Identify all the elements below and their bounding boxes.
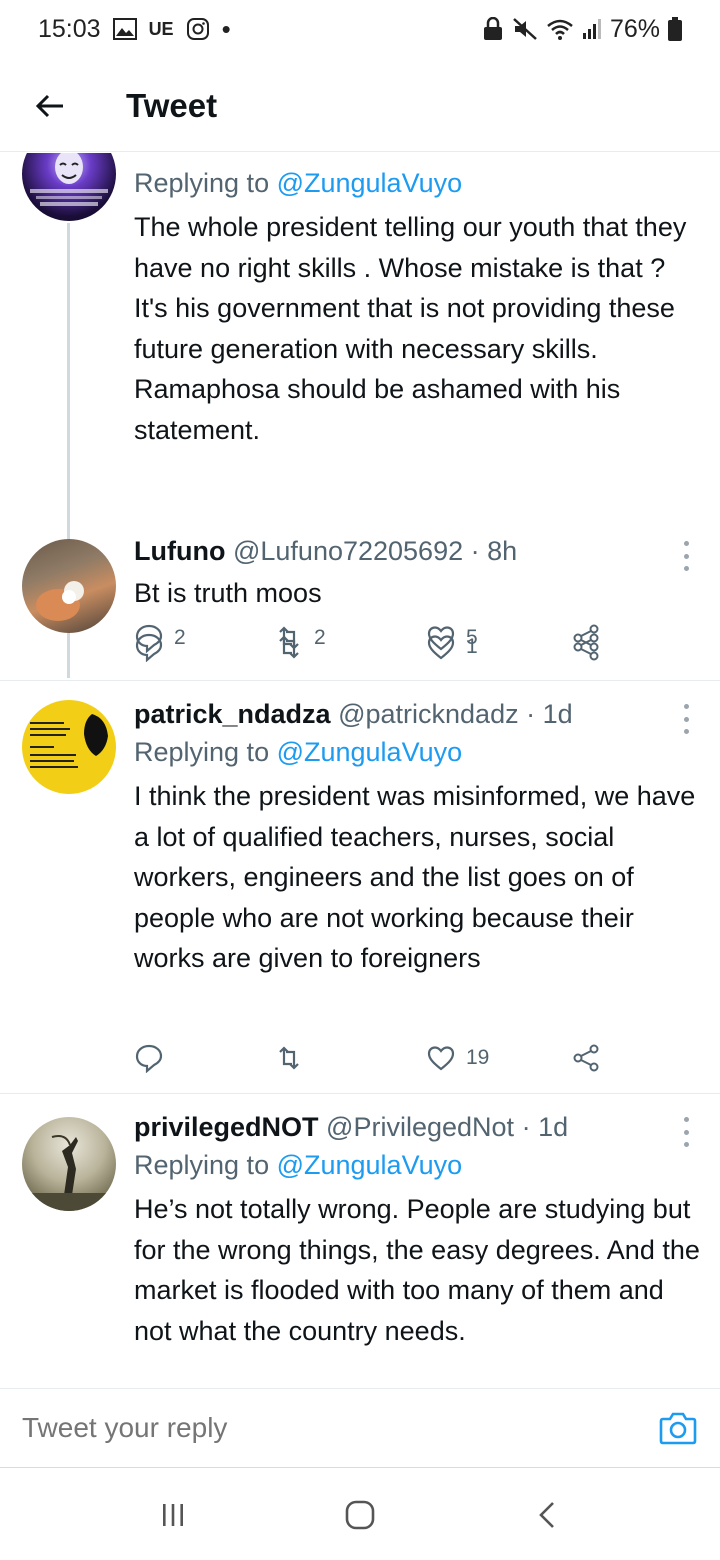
wifi-icon — [546, 18, 574, 40]
tweet-time[interactable]: 1d — [538, 1112, 568, 1142]
replying-to: Replying to @ZungulaVuyo — [134, 1145, 700, 1185]
recents-icon — [163, 1504, 184, 1526]
reply-composer — [0, 1388, 720, 1468]
mute-icon — [512, 17, 538, 41]
notification-dot-icon: • — [221, 14, 231, 44]
avatar[interactable] — [22, 539, 116, 633]
replying-to-prefix: Replying to — [134, 168, 277, 198]
lock-icon — [482, 17, 504, 41]
camera-button[interactable] — [658, 1408, 698, 1448]
avatar[interactable] — [22, 700, 116, 794]
app-header: Tweet — [0, 60, 720, 152]
author-name[interactable]: privilegedNOT — [134, 1112, 319, 1142]
home-icon — [345, 1500, 375, 1530]
system-nav-bar — [0, 1470, 720, 1560]
replying-to: Replying to @ZungulaVuyo — [134, 163, 700, 203]
meta-separator: · — [521, 1112, 531, 1142]
retweet-button[interactable] — [274, 629, 314, 665]
like-count: 19 — [466, 1046, 490, 1069]
heart-icon — [427, 1046, 455, 1071]
tweet-actions: 19 — [134, 1040, 604, 1076]
share-icon — [573, 633, 599, 661]
retweet-button[interactable] — [274, 1040, 314, 1076]
signal-icon — [582, 18, 602, 40]
meta-separator: · — [470, 536, 480, 566]
more-options-button[interactable] — [678, 541, 694, 571]
chevron-left-icon — [538, 1502, 554, 1528]
author-handle[interactable]: @PrivilegedNot — [326, 1112, 514, 1142]
replying-to-mention[interactable]: @ZungulaVuyo — [277, 1150, 463, 1180]
reply-input[interactable] — [22, 1412, 658, 1444]
tweet-meta — [134, 153, 700, 163]
tweet-item[interactable]: patrick_ndadza @patrickndadz · 1d Replyi… — [0, 682, 720, 1094]
tweet-meta: patrick_ndadza @patrickndadz · 1d — [134, 696, 700, 732]
replying-to-mention[interactable]: @ZungulaVuyo — [277, 168, 463, 198]
like-button[interactable]: 19 — [426, 1040, 489, 1076]
share-button[interactable] — [572, 1040, 602, 1076]
reply-button[interactable] — [134, 1040, 174, 1076]
mask-avatar-icon — [30, 153, 108, 206]
meta-separator: · — [526, 699, 536, 729]
tweet-text: He’s not totally wrong. People are study… — [134, 1194, 700, 1346]
replying-to-prefix: Replying to — [134, 1150, 277, 1180]
like-count: 1 — [466, 635, 478, 658]
back-button[interactable] — [0, 60, 100, 152]
author-handle[interactable]: @patrickndadz — [338, 699, 519, 729]
replying-to-prefix: Replying to — [134, 737, 277, 767]
carrier-badge: UE — [148, 18, 174, 39]
retweet-icon — [279, 1046, 299, 1070]
tweet-text: The whole president telling our youth th… — [134, 212, 687, 445]
avatar[interactable] — [22, 1117, 116, 1211]
more-options-button[interactable] — [678, 704, 694, 734]
tweet-time[interactable]: 1d — [543, 699, 573, 729]
camera-icon — [659, 1412, 697, 1445]
battery-icon — [668, 17, 682, 41]
tweet-actions: 1 — [134, 629, 604, 665]
reply-icon — [135, 633, 163, 662]
home-button[interactable] — [330, 1485, 390, 1545]
author-name[interactable]: patrick_ndadza — [134, 699, 331, 729]
tweet-time[interactable]: 8h — [487, 536, 517, 566]
retweet-icon — [279, 635, 299, 659]
heart-icon — [427, 635, 455, 660]
author-name[interactable]: Lufuno — [134, 536, 225, 566]
tweet-meta: Lufuno @Lufuno72205692 · 8h — [134, 533, 700, 569]
replying-to-mention[interactable]: @ZungulaVuyo — [277, 737, 463, 767]
recent-apps-button[interactable] — [143, 1485, 203, 1545]
system-back-button[interactable] — [517, 1485, 577, 1545]
battery-percent: 76% — [609, 14, 660, 43]
tweet-item[interactable]: privilegedNOT @PrivilegedNot · 1d Replyi… — [0, 1095, 720, 1388]
photo-avatar-icon — [36, 581, 84, 621]
reply-button[interactable] — [134, 629, 174, 665]
like-button[interactable]: 1 — [426, 629, 478, 665]
page-title: Tweet — [126, 86, 218, 124]
instagram-icon — [186, 17, 210, 41]
author-handle[interactable]: @Lufuno72205692 — [233, 536, 463, 566]
share-button[interactable] — [572, 629, 602, 665]
quote-avatar-icon — [30, 714, 108, 768]
silhouette-avatar-icon — [22, 1135, 116, 1211]
tweet-item[interactable]: Lufuno @Lufuno72205692 · 8h Bt is truth … — [0, 519, 720, 681]
status-time: 15:03 — [38, 14, 101, 43]
tweet-meta: privilegedNOT @PrivilegedNot · 1d — [134, 1109, 700, 1145]
share-icon — [573, 1044, 599, 1072]
gallery-icon — [112, 18, 137, 40]
more-options-button[interactable] — [678, 1117, 694, 1147]
back-arrow-icon — [35, 94, 63, 117]
tweet-feed[interactable]: Replying to @ZungulaVuyo The whole presi… — [0, 153, 720, 1388]
replying-to: Replying to @ZungulaVuyo — [134, 732, 700, 772]
tweet-text: I think the president was misinformed, w… — [134, 781, 696, 974]
tweet-text: Bt is truth moos — [134, 578, 322, 608]
avatar[interactable] — [22, 153, 116, 221]
reply-icon — [135, 1044, 163, 1073]
status-bar: 15:03 UE • 76% — [0, 0, 720, 58]
